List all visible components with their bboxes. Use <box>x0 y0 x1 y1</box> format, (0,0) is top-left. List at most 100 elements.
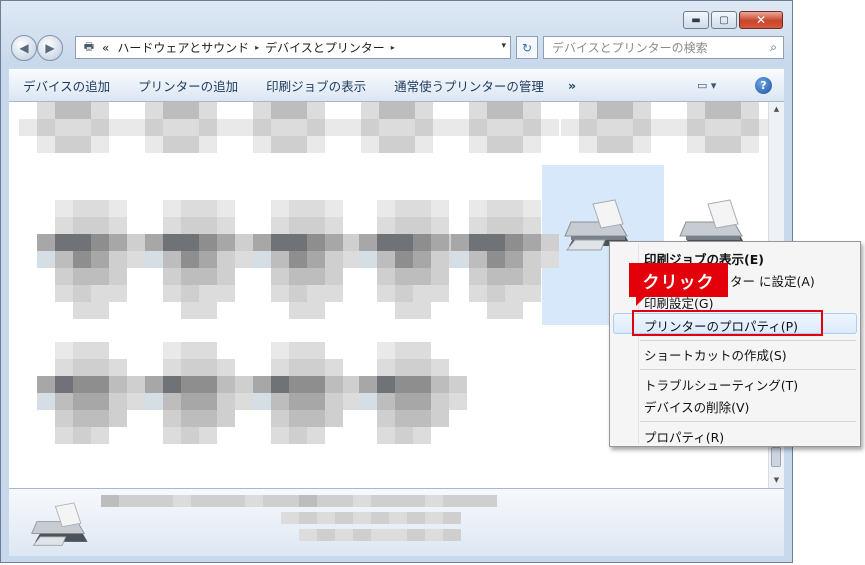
obscured-pixel <box>55 234 73 251</box>
obscured-pixel <box>395 410 413 427</box>
obscured-pixel <box>325 410 343 427</box>
minimize-button[interactable]: ▬ <box>683 11 709 29</box>
obscured-pixel <box>469 136 487 153</box>
address-prefix[interactable]: « <box>102 41 109 55</box>
menu-item-remove-device[interactable]: デバイスの削除(V) <box>644 397 749 416</box>
obscured-pixel <box>377 234 395 251</box>
obscured-pixel <box>299 495 317 507</box>
obscured-pixel <box>119 495 137 507</box>
obscured-pixel <box>415 102 433 119</box>
obscured-pixel <box>395 427 413 444</box>
scroll-down-icon[interactable]: ▼ <box>769 473 784 488</box>
obscured-pixel <box>37 234 55 251</box>
obscured-pixel <box>199 302 217 319</box>
obscured-pixel <box>325 200 343 217</box>
obscured-pixel <box>271 102 289 119</box>
menu-item-properties[interactable]: プロパティ(R) <box>644 427 724 446</box>
obscured-pixel <box>163 136 181 153</box>
maximize-button[interactable]: ▢ <box>711 11 737 29</box>
obscured-pixel <box>523 119 541 136</box>
obscured-pixel <box>325 234 343 251</box>
obscured-pixel <box>55 251 73 268</box>
obscured-pixel <box>271 285 289 302</box>
address-dropdown-icon[interactable]: ▾ <box>501 41 506 51</box>
obscured-pixel <box>181 102 199 119</box>
breadcrumb-hardware-sound[interactable]: ハードウェアとサウンド <box>117 39 249 56</box>
obscured-pixel <box>181 234 199 251</box>
obscured-pixel <box>73 302 91 319</box>
obscured-pixel <box>73 268 91 285</box>
breadcrumb-devices-printers[interactable]: デバイスとプリンター <box>265 39 385 56</box>
obscured-pixel <box>431 268 449 285</box>
scrollbar-thumb[interactable] <box>771 447 781 467</box>
change-view-button[interactable]: ▭ ▾ <box>697 79 716 92</box>
obscured-pixel <box>561 119 579 136</box>
search-icon[interactable]: ⌕ <box>770 40 777 55</box>
obscured-pixel <box>723 102 741 119</box>
manage-default-printers-button[interactable]: 通常使うプリンターの管理 <box>380 76 558 95</box>
obscured-pixel <box>199 251 217 268</box>
obscured-pixel <box>289 102 307 119</box>
obscured-pixel <box>199 410 217 427</box>
obscured-pixel <box>325 393 343 410</box>
menu-item-create-shortcut[interactable]: ショートカットの作成(S) <box>644 345 787 364</box>
obscured-pixel <box>109 251 127 268</box>
obscured-pixel <box>335 512 353 524</box>
obscured-pixel <box>299 512 317 524</box>
add-printer-button[interactable]: プリンターの追加 <box>124 76 252 95</box>
obscured-pixel <box>199 342 217 359</box>
obscured-pixel <box>505 302 523 319</box>
obscured-pixel <box>217 393 235 410</box>
obscured-pixel <box>181 217 199 234</box>
obscured-pixel <box>109 285 127 302</box>
obscured-pixel <box>163 119 181 136</box>
obscured-pixel <box>155 495 173 507</box>
obscured-pixel <box>199 119 217 136</box>
help-icon[interactable]: ? <box>755 77 772 94</box>
obscured-pixel <box>191 495 209 507</box>
obscured-pixel <box>723 136 741 153</box>
obscured-pixel <box>73 234 91 251</box>
obscured-pixel <box>127 376 145 393</box>
address-bar[interactable]: 🖶 « ハードウェアとサウンド ▸ デバイスとプリンター ▸ ▾ <box>75 36 511 59</box>
obscured-pixel <box>413 234 431 251</box>
obscured-pixel <box>271 427 289 444</box>
obscured-pixel <box>163 234 181 251</box>
obscured-pixel <box>19 119 37 136</box>
obscured-pixel <box>181 251 199 268</box>
menu-item-troubleshoot[interactable]: トラブルシューティング(T) <box>644 375 798 394</box>
forward-arrow-icon: ▶ <box>45 41 55 55</box>
obscured-pixel <box>109 268 127 285</box>
obscured-pixel <box>395 217 413 234</box>
obscured-pixel <box>289 119 307 136</box>
obscured-pixel <box>741 119 759 136</box>
forward-button[interactable]: ▶ <box>37 35 63 61</box>
scroll-up-icon[interactable]: ▲ <box>769 102 784 117</box>
obscured-pixel <box>73 200 91 217</box>
back-button[interactable]: ◀ <box>11 35 37 61</box>
search-input[interactable]: デバイスとプリンターの検索 ⌕ <box>543 36 784 59</box>
obscured-pixel <box>523 234 541 251</box>
obscured-pixel <box>395 393 413 410</box>
show-print-jobs-button[interactable]: 印刷ジョブの表示 <box>252 76 380 95</box>
breadcrumb-separator-icon[interactable]: ▸ <box>255 43 259 52</box>
obscured-pixel <box>163 393 181 410</box>
close-button[interactable]: ✕ <box>739 11 783 29</box>
search-placeholder: デバイスとプリンターの検索 <box>552 41 708 55</box>
obscured-pixel <box>217 200 235 217</box>
obscured-pixel <box>317 512 335 524</box>
callout-pointer <box>636 296 646 306</box>
obscured-pixel <box>217 376 235 393</box>
more-commands-button[interactable]: » <box>558 78 586 93</box>
obscured-pixel <box>431 234 449 251</box>
obscured-pixel <box>271 234 289 251</box>
obscured-pixel <box>431 285 449 302</box>
add-device-button[interactable]: デバイスの追加 <box>9 76 124 95</box>
obscured-pixel <box>145 234 163 251</box>
obscured-pixel <box>307 342 325 359</box>
menu-item-set-default-printer[interactable]: ター に設定(A) <box>730 271 815 290</box>
breadcrumb-separator-icon[interactable]: ▸ <box>391 43 395 52</box>
refresh-button[interactable]: ↻ <box>516 36 538 59</box>
obscured-pixel <box>307 359 325 376</box>
obscured-pixel <box>73 376 91 393</box>
